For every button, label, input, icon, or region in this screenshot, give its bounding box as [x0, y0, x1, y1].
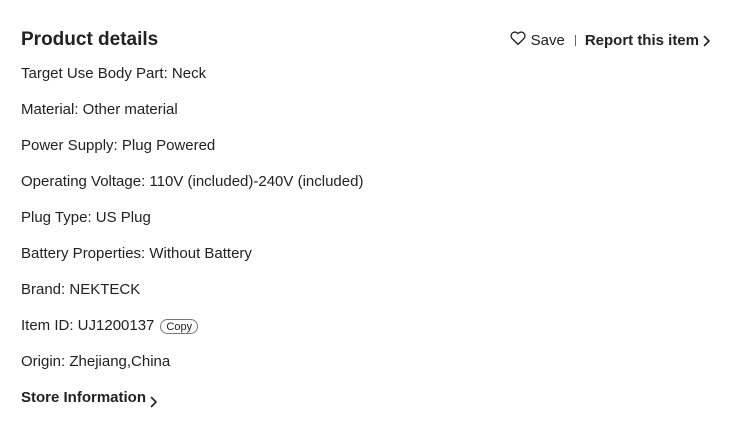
save-button[interactable]: Save	[509, 29, 565, 51]
detail-text: Origin: Zhejiang,China	[21, 353, 171, 370]
detail-row-power-supply: Power Supply: Plug Powered	[21, 134, 721, 170]
heart-icon	[509, 29, 531, 51]
header-actions: Save Report this item	[509, 26, 711, 54]
detail-text: Target Use Body Part: Neck	[21, 65, 207, 82]
product-details-panel: Product details Save Report this item Ta…	[21, 0, 721, 421]
chevron-right-icon	[149, 392, 158, 408]
page-title: Product details	[21, 29, 159, 50]
copy-item-id-button[interactable]: Copy	[160, 319, 199, 334]
product-details-header: Product details Save Report this item	[21, 26, 721, 54]
detail-text: Plug Type: US Plug	[21, 209, 151, 226]
detail-row-brand: Brand: NEKTECK	[21, 278, 721, 314]
detail-text: Operating Voltage: 110V (included)-240V …	[21, 173, 364, 190]
save-label: Save	[530, 31, 565, 49]
detail-row-operating-voltage: Operating Voltage: 110V (included)-240V …	[21, 170, 721, 206]
detail-text: Battery Properties: Without Battery	[21, 245, 252, 262]
chevron-right-icon	[702, 34, 711, 47]
detail-row-item-id: Item ID: UJ1200137 Copy	[21, 314, 721, 350]
store-information-label: Store Information	[21, 389, 147, 406]
detail-row-material: Material: Other material	[21, 98, 721, 134]
detail-row-target-use: Target Use Body Part: Neck	[21, 62, 721, 98]
detail-row-origin: Origin: Zhejiang,China	[21, 350, 721, 386]
report-item-link[interactable]: Report this item	[585, 32, 711, 49]
detail-text: Brand: NEKTECK	[21, 281, 141, 298]
detail-row-plug-type: Plug Type: US Plug	[21, 206, 721, 242]
action-separator	[574, 34, 576, 46]
store-information-link[interactable]: Store Information	[21, 386, 158, 410]
detail-text: Power Supply: Plug Powered	[21, 137, 216, 154]
report-label: Report this item	[584, 31, 699, 49]
detail-text: Material: Other material	[21, 101, 178, 118]
detail-text: Item ID: UJ1200137	[21, 317, 155, 334]
product-details-list: Target Use Body Part: Neck Material: Oth…	[21, 62, 721, 386]
detail-row-battery: Battery Properties: Without Battery	[21, 242, 721, 278]
